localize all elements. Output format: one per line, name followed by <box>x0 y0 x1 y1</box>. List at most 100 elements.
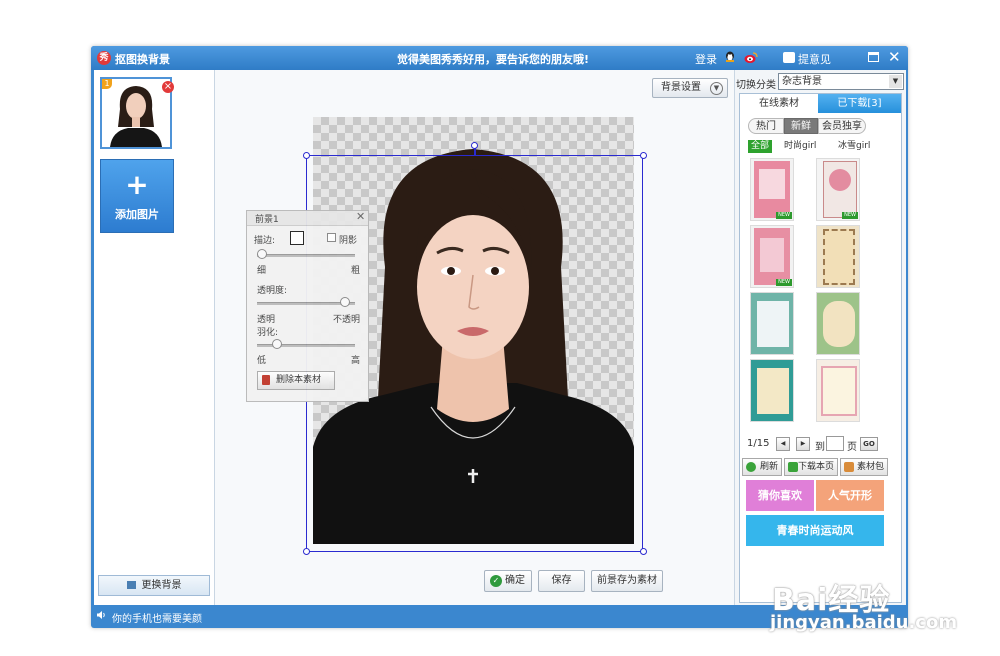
material-panel: 切换分类 杂志背景 ▼ 在线素材 已下载[3] 热门 新鲜 会员独享 全部 时尚… <box>734 70 906 605</box>
status-text[interactable]: 你的手机也需要美颜 <box>112 610 202 625</box>
new-badge: NEW <box>842 212 858 219</box>
new-badge: NEW <box>776 212 792 219</box>
go-button[interactable]: GO <box>860 437 878 451</box>
next-page-button[interactable]: ▶ <box>796 437 810 451</box>
weibo-icon[interactable] <box>744 51 758 64</box>
save-button[interactable]: 保存 <box>538 570 585 592</box>
material-thumbnail[interactable] <box>750 359 794 422</box>
change-background-button[interactable]: 更换背景 <box>98 575 210 596</box>
material-pack-button[interactable]: 素材包 <box>840 458 888 476</box>
delete-material-button[interactable]: 删除本素材 <box>257 371 335 390</box>
panel-title: 前景1 <box>255 215 279 225</box>
material-thumbnail[interactable]: NEW <box>750 158 794 221</box>
high-label: 高 <box>351 356 361 366</box>
material-pack-label: 素材包 <box>856 462 884 472</box>
material-thumbnail[interactable] <box>816 359 860 422</box>
category-fashion-girl[interactable]: 时尚girl <box>784 140 816 153</box>
foreground-settings-panel: 前景1 ✕ 描边: 阴影 细 粗 透明度: 透明 不透明 羽化: 低 高 删除本… <box>246 210 369 402</box>
save-as-material-button[interactable]: 前景存为素材 <box>591 570 663 592</box>
page-number-input[interactable] <box>826 436 844 451</box>
resize-handle-bottom-right[interactable] <box>640 548 647 555</box>
shadow-label: 阴影 <box>339 236 358 246</box>
goto-label: 到 <box>815 442 825 453</box>
stroke-slider-knob[interactable] <box>256 249 267 259</box>
watermark-url: jingyan.baidu.com <box>770 612 958 633</box>
qq-icon[interactable] <box>724 51 736 64</box>
trash-icon <box>262 375 270 385</box>
close-window-button[interactable]: ✕ <box>888 48 901 66</box>
title-bar: 秀 抠图换背景 觉得美图秀秀好用，要告诉您的朋友哦! 登录 提意见 ✕ <box>91 46 908 70</box>
speaker-icon <box>97 611 105 619</box>
image-thumbnail[interactable]: 1 × <box>100 77 174 149</box>
login-link[interactable]: 登录 <box>695 51 717 67</box>
chevron-down-icon: ▼ <box>710 82 723 95</box>
subtab-hot[interactable]: 热门 <box>748 118 784 134</box>
meitu-logo-icon: 秀 <box>97 51 111 65</box>
material-thumbnail[interactable] <box>816 292 860 355</box>
thumbnail-index-badge: 1 <box>102 79 112 89</box>
page-unit-label: 页 <box>847 442 857 453</box>
change-background-label: 更换背景 <box>141 580 182 591</box>
shadow-checkbox[interactable] <box>327 233 336 242</box>
chevron-down-icon: ▼ <box>889 75 902 88</box>
remove-image-icon[interactable]: × <box>162 81 174 93</box>
refresh-icon <box>746 462 756 472</box>
opacity-slider-knob[interactable] <box>340 297 351 307</box>
new-badge: NEW <box>776 279 792 286</box>
background-settings-label: 背景设置 <box>661 82 701 93</box>
feedback-link[interactable]: 提意见 <box>798 51 831 67</box>
category-all[interactable]: 全部 <box>748 140 772 153</box>
promo-youth-sport[interactable]: 青春时尚运动风 <box>746 515 884 546</box>
refresh-label: 刷新 <box>759 462 778 472</box>
check-icon: ✓ <box>490 575 502 587</box>
rotate-handle[interactable] <box>471 142 478 149</box>
tab-online[interactable]: 在线素材 <box>740 94 818 113</box>
feather-slider-knob[interactable] <box>271 339 282 349</box>
download-page-label: 下载本页 <box>797 462 834 472</box>
resize-handle-top-right[interactable] <box>640 152 647 159</box>
client-area: 1 × + 添加图片 更换背景 背景设置 ▼ 前景1 ✕ 描边: 阴影 细 粗 … <box>94 70 906 605</box>
tab-downloaded[interactable]: 已下载[3] <box>818 94 901 113</box>
material-thumbnail[interactable] <box>816 225 860 288</box>
subtab-vip[interactable]: 会员独享 <box>818 118 866 134</box>
opaque-label: 不透明 <box>333 315 361 325</box>
low-label: 低 <box>257 356 267 366</box>
rotate-handle-stem <box>474 148 476 156</box>
category-ice-girl[interactable]: 冰雪girl <box>838 140 870 153</box>
package-icon <box>844 462 854 472</box>
prev-page-button[interactable]: ◀ <box>776 437 790 451</box>
maximize-button[interactable] <box>868 52 879 62</box>
stroke-slider-track[interactable] <box>257 254 355 257</box>
panel-title-bar[interactable]: 前景1 ✕ <box>247 210 368 226</box>
switch-category-label: 切换分类 <box>736 80 776 91</box>
download-icon <box>788 462 798 472</box>
opacity-label: 透明度: <box>257 286 288 296</box>
add-image-button[interactable]: + 添加图片 <box>100 159 174 233</box>
background-settings-button[interactable]: 背景设置 ▼ <box>652 78 728 98</box>
subtab-new[interactable]: 新鲜 <box>784 118 818 134</box>
stroke-color-picker[interactable] <box>290 231 304 245</box>
thin-label: 细 <box>257 266 267 276</box>
material-thumbnail[interactable]: NEW <box>816 158 860 221</box>
app-window: 秀 抠图换背景 觉得美图秀秀好用，要告诉您的朋友哦! 登录 提意见 ✕ 1 × … <box>91 46 908 628</box>
refresh-button[interactable]: 刷新 <box>742 458 782 476</box>
resize-handle-top-left[interactable] <box>303 152 310 159</box>
portrait-thumbnail-image <box>102 79 170 147</box>
image-list-panel: 1 × + 添加图片 更换背景 <box>94 70 215 605</box>
promo-popular[interactable]: 人气开形 <box>816 480 884 511</box>
transparent-label: 透明 <box>257 315 276 325</box>
promo-guess-you-like[interactable]: 猜你喜欢 <box>746 480 814 511</box>
material-thumbnail[interactable]: NEW <box>750 225 794 288</box>
add-image-label: 添加图片 <box>115 208 159 221</box>
category-select[interactable]: 杂志背景 ▼ <box>778 73 904 90</box>
close-panel-icon[interactable]: ✕ <box>356 210 365 223</box>
save-as-material-label: 前景存为素材 <box>597 575 657 586</box>
image-icon <box>126 581 136 589</box>
material-thumbnail[interactable] <box>750 292 794 355</box>
stroke-label: 描边: <box>254 236 276 246</box>
resize-handle-bottom-left[interactable] <box>303 548 310 555</box>
confirm-button[interactable]: ✓ 确定 <box>484 570 532 592</box>
app-title: 抠图换背景 <box>115 53 170 66</box>
material-box: 在线素材 已下载[3] 热门 新鲜 会员独享 全部 时尚girl 冰雪girl … <box>739 93 902 603</box>
download-page-button[interactable]: 下载本页 <box>784 458 838 476</box>
